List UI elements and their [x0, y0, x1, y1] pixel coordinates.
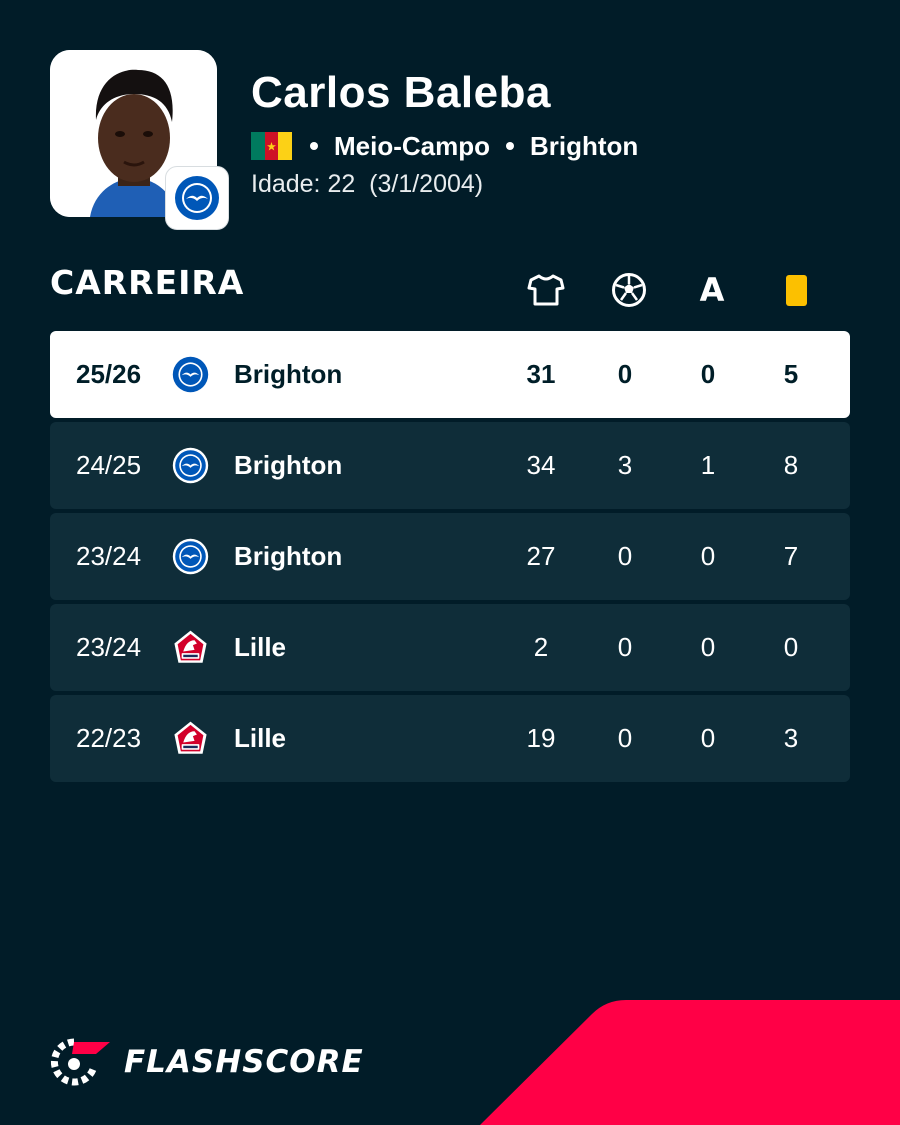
- separator-dot: [310, 142, 318, 150]
- yellow-cards-value: 0: [783, 632, 799, 662]
- assists-value: 0: [700, 541, 716, 571]
- yellow-cards-value: 7: [783, 541, 799, 571]
- assists-value: 0: [700, 723, 716, 753]
- goals-value: 0: [617, 541, 633, 571]
- player-club: Brighton: [530, 130, 639, 161]
- separator-dot: [506, 142, 514, 150]
- cameroon-flag-icon: [251, 132, 293, 160]
- career-table: 25/26 Brighton 31 0 0 5 24/25 Brighton 3…: [50, 331, 850, 786]
- season-label: 22/23: [76, 723, 142, 753]
- football-icon: [609, 270, 649, 310]
- season-label: 24/25: [76, 450, 142, 480]
- brighton-logo-icon: [172, 538, 209, 575]
- player-position: Meio-Campo: [334, 130, 490, 161]
- player-age: Idade: 22 (3/1/2004): [251, 170, 484, 198]
- team-name: Brighton: [234, 359, 343, 389]
- appearances-value: 19: [526, 723, 556, 753]
- lille-logo-icon: [174, 721, 207, 754]
- appearances-value: 31: [526, 359, 556, 389]
- brand-name: FLASHSCORE: [124, 1044, 364, 1080]
- career-section-title: CARREIRA: [50, 263, 245, 302]
- team-name: Brighton: [234, 541, 343, 571]
- appearances-value: 2: [533, 632, 549, 662]
- career-row: 22/23 Lille 19 0 0 3: [50, 695, 850, 782]
- goals-value: 3: [617, 450, 633, 480]
- career-row: 23/24 Brighton 27 0 0 7: [50, 513, 850, 600]
- career-row: 23/24 Lille 2 0 0 0: [50, 604, 850, 691]
- brighton-logo-icon: [175, 176, 219, 220]
- assists-value: 0: [700, 359, 716, 389]
- flashscore-mark-icon: [50, 1038, 110, 1086]
- team-name: Brighton: [234, 450, 343, 480]
- assists-value: 0: [700, 632, 716, 662]
- season-label: 23/24: [76, 632, 142, 662]
- team-name: Lille: [234, 723, 287, 753]
- shirt-icon: [526, 270, 566, 310]
- career-row: 24/25 Brighton 34 3 1 8: [50, 422, 850, 509]
- yellow-cards-value: 5: [783, 359, 799, 389]
- career-row: 25/26 Brighton 31 0 0 5: [50, 331, 850, 418]
- club-badge-icon: [165, 166, 229, 230]
- assists-column-header: A: [699, 271, 725, 309]
- yellow-card-icon: [776, 270, 816, 310]
- yellow-cards-value: 8: [783, 450, 799, 480]
- brighton-logo-icon: [172, 447, 209, 484]
- season-label: 23/24: [76, 541, 142, 571]
- goals-value: 0: [617, 359, 633, 389]
- team-name: Lille: [234, 632, 287, 662]
- appearances-value: 34: [526, 450, 556, 480]
- player-name: Carlos Baleba: [251, 68, 551, 117]
- player-meta: Meio-Campo Brighton: [251, 128, 638, 164]
- appearances-value: 27: [526, 541, 556, 571]
- lille-logo-icon: [174, 630, 207, 663]
- brighton-logo-icon: [172, 356, 209, 393]
- flashscore-logo: FLASHSCORE: [50, 1038, 364, 1086]
- yellow-cards-value: 3: [783, 723, 799, 753]
- goals-value: 0: [617, 632, 633, 662]
- assists-value: 1: [700, 450, 716, 480]
- goals-value: 0: [617, 723, 633, 753]
- season-label: 25/26: [76, 359, 142, 389]
